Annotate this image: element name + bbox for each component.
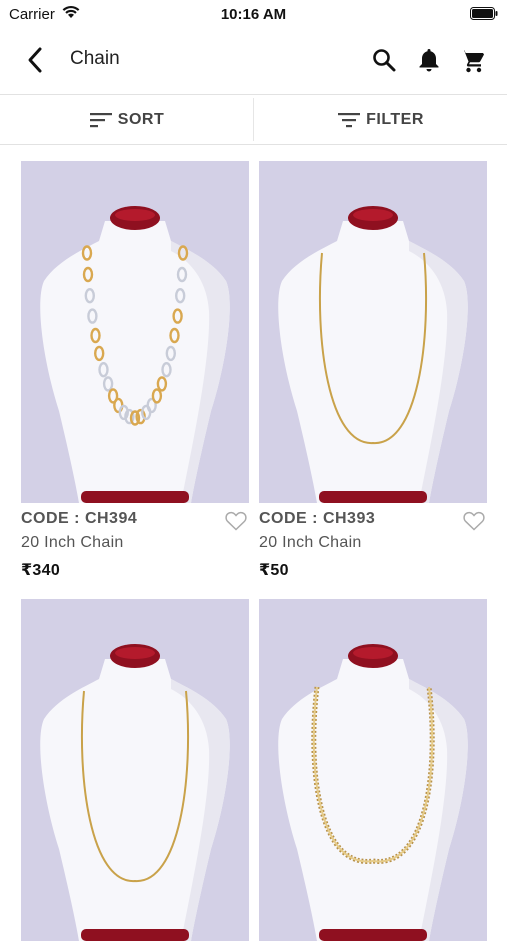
product-card[interactable]: CODE : CH393 20 Inch Chain ₹50: [259, 161, 487, 579]
filter-icon: [338, 112, 361, 127]
product-price: ₹340: [21, 562, 61, 579]
sort-label: SORT: [117, 110, 165, 128]
clock: 10:16 AM: [220, 6, 287, 23]
app-bar: Chain: [0, 28, 507, 95]
product-image[interactable]: [259, 599, 487, 941]
sort-button[interactable]: SORT: [0, 95, 253, 144]
heart-outline-icon: [225, 511, 247, 531]
heart-outline-icon: [463, 511, 485, 531]
notifications-button[interactable]: [415, 46, 443, 74]
bell-icon: [419, 49, 439, 72]
chevron-left-icon: [28, 47, 42, 73]
battery-icon: [470, 7, 498, 25]
cart-icon: [460, 50, 484, 73]
product-card[interactable]: [21, 599, 249, 941]
product-code: CODE : CH393: [259, 510, 376, 527]
search-button[interactable]: [370, 46, 398, 74]
search-icon: [373, 49, 396, 72]
product-name: 20 Inch Chain: [21, 534, 124, 551]
wishlist-button[interactable]: [463, 511, 485, 536]
product-image[interactable]: [21, 161, 249, 503]
product-code: CODE : CH394: [21, 510, 138, 527]
wishlist-button[interactable]: [225, 511, 247, 536]
page-title: Chain: [70, 48, 120, 69]
product-card[interactable]: CODE : CH394 20 Inch Chain ₹340: [21, 161, 249, 579]
product-card[interactable]: [259, 599, 487, 941]
product-price: ₹50: [259, 562, 289, 579]
cart-button[interactable]: [458, 46, 486, 74]
sort-icon: [89, 112, 112, 127]
filter-button[interactable]: FILTER: [254, 95, 507, 144]
product-image[interactable]: [21, 599, 249, 941]
product-name: 20 Inch Chain: [259, 534, 362, 551]
product-image[interactable]: [259, 161, 487, 503]
filter-label: FILTER: [366, 110, 424, 128]
status-bar: Carrier 10:16 AM: [0, 0, 507, 28]
sort-filter-bar: SORT FILTER: [0, 95, 507, 145]
back-button[interactable]: [22, 44, 50, 76]
